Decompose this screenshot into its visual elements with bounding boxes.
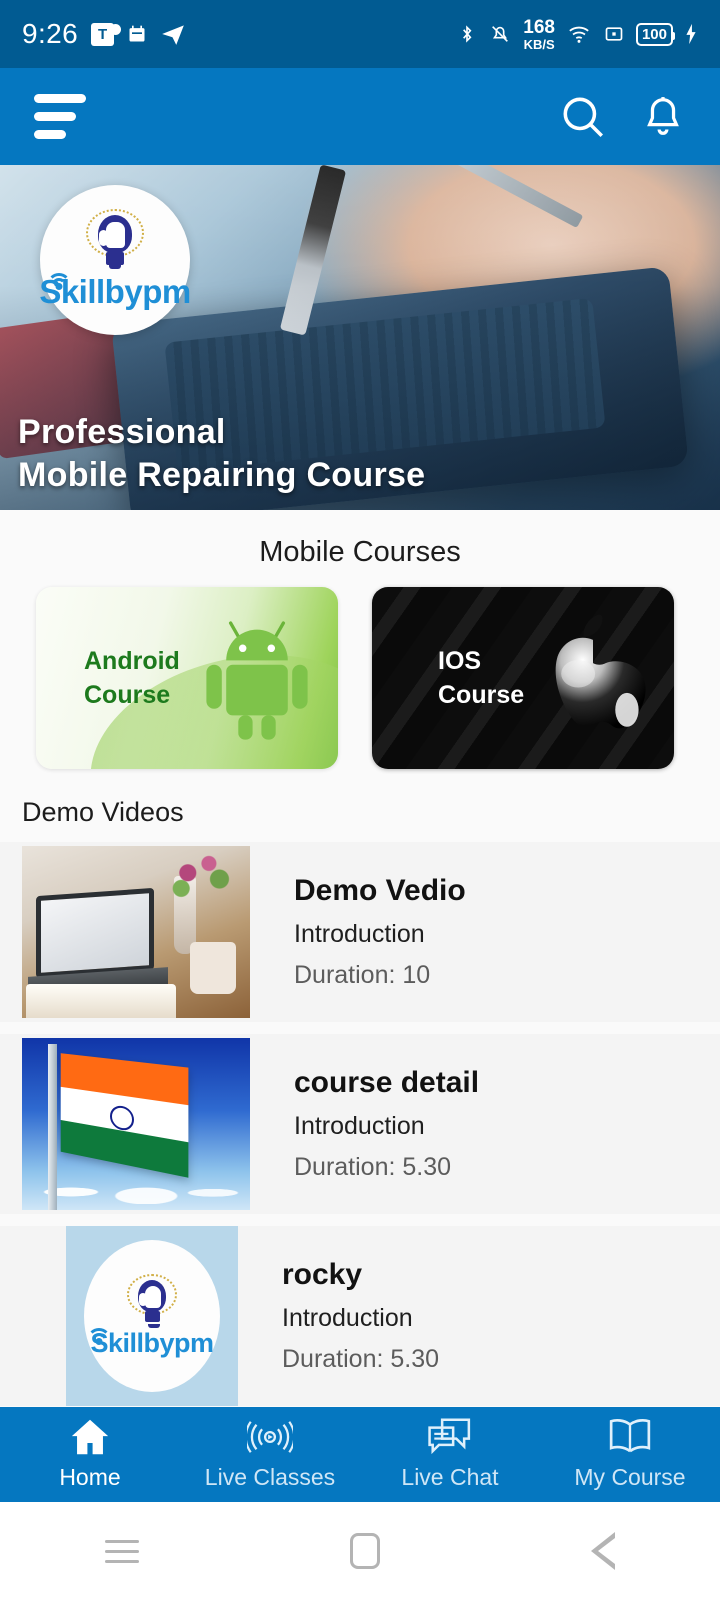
nav-item-home[interactable]: Home	[0, 1418, 180, 1491]
video-info: rocky Introduction Duration: 5.30	[238, 1260, 439, 1372]
hero-banner[interactable]: Skillbypm Professional Mobile Repairing …	[0, 165, 720, 510]
brand-logo-text: Skillbypm	[39, 273, 191, 310]
broadcast-icon	[247, 1421, 293, 1453]
video-info: Demo Vedio Introduction Duration: 10	[250, 876, 466, 988]
course-card-ios[interactable]: IOS Course	[372, 587, 674, 769]
open-book-icon	[609, 1419, 651, 1453]
calendar-icon	[127, 24, 147, 44]
vibrate-icon	[488, 23, 512, 45]
app-bar-actions	[558, 92, 686, 142]
video-title: Demo Vedio	[294, 874, 466, 907]
nav-label-live-classes: Live Classes	[204, 1464, 336, 1490]
bottom-navigation-bar: Home Live Classes Live Chat My Course	[0, 1407, 720, 1502]
video-thumbnail	[22, 1038, 250, 1210]
demo-videos-list: Demo Vedio Introduction Duration: 10 cou…	[0, 842, 720, 1410]
nav-label-live-chat: Live Chat	[401, 1464, 499, 1490]
video-thumbnail	[22, 846, 250, 1018]
video-title: rocky	[282, 1258, 363, 1291]
wifi-icon	[566, 23, 592, 45]
list-item[interactable]: course detail Introduction Duration: 5.3…	[0, 1034, 720, 1214]
charging-bolt-icon	[684, 23, 698, 45]
teams-icon	[91, 22, 122, 46]
app-bar	[0, 68, 720, 165]
banner-title-line1: Professional	[18, 413, 226, 451]
status-bar-left: 9:26	[22, 18, 186, 50]
video-thumbnail: Skillbypm	[66, 1226, 238, 1406]
android-label-line1: Android	[84, 646, 180, 675]
recents-button[interactable]	[105, 1539, 140, 1563]
ios-label-line2: Course	[438, 681, 525, 709]
back-button[interactable]	[590, 1532, 615, 1570]
video-duration: Duration: 10	[294, 961, 431, 989]
list-item[interactable]: Skillbypm rocky Introduction Duration: 5…	[0, 1226, 720, 1406]
video-duration: Duration: 5.30	[282, 1345, 440, 1373]
video-info: course detail Introduction Duration: 5.3…	[250, 1068, 479, 1180]
nav-item-live-classes[interactable]: Live Classes	[180, 1418, 360, 1491]
video-duration: Duration: 5.30	[294, 1153, 452, 1181]
chat-bubbles-icon	[428, 1418, 471, 1455]
lightbulb-icon	[126, 1273, 178, 1330]
network-speed-indicator: 168 KB/S	[523, 16, 555, 52]
battery-icon: 100	[635, 22, 676, 46]
demo-videos-heading: Demo Videos	[22, 797, 184, 827]
android-robot-icon	[206, 621, 308, 740]
nav-label-my-course: My Course	[574, 1464, 686, 1490]
home-button[interactable]	[349, 1533, 380, 1569]
android-label-line2: Course	[84, 681, 171, 709]
video-subtitle: Introduction	[294, 920, 425, 948]
system-navigation-bar	[0, 1502, 720, 1600]
banner-title: Professional Mobile Repairing Course	[18, 411, 425, 496]
video-subtitle: Introduction	[294, 1112, 425, 1140]
course-card-android-label: Android Course	[36, 644, 180, 713]
status-bar-clock: 9:26	[22, 18, 79, 49]
search-icon[interactable]	[558, 92, 608, 142]
cast-icon	[603, 24, 625, 44]
status-bar-right: 168 KB/S 100	[457, 18, 698, 51]
mobile-courses-heading: Mobile Courses	[259, 536, 461, 568]
banner-title-line2: Mobile Repairing Course	[18, 455, 426, 494]
main-content: Mobile Courses Android Course IOS Course…	[0, 510, 720, 1410]
list-item[interactable]: Demo Vedio Introduction Duration: 10	[0, 842, 720, 1022]
apple-logo-icon	[555, 614, 646, 729]
bell-icon[interactable]	[640, 94, 686, 140]
video-title: course detail	[294, 1066, 480, 1099]
lightbulb-icon	[84, 209, 146, 275]
brand-logo: Skillbypm	[84, 1240, 220, 1392]
course-card-ios-label: IOS Course	[372, 644, 524, 713]
brand-logo-text: Skillbypm	[90, 1327, 214, 1358]
brand-logo: Skillbypm	[39, 185, 191, 335]
bluetooth-icon	[457, 23, 477, 45]
ios-label-line1: IOS	[438, 646, 482, 675]
course-card-android[interactable]: Android Course	[36, 587, 338, 769]
nav-label-home: Home	[59, 1464, 121, 1490]
hamburger-menu-icon[interactable]	[34, 94, 86, 139]
course-card-row: Android Course IOS Course	[0, 587, 720, 791]
nav-item-live-chat[interactable]: Live Chat	[360, 1418, 540, 1491]
home-icon	[71, 1419, 109, 1455]
nav-item-my-course[interactable]: My Course	[540, 1418, 720, 1491]
telegram-icon	[160, 21, 186, 47]
video-subtitle: Introduction	[282, 1304, 413, 1332]
status-bar: 9:26 168 KB/S 100	[0, 0, 720, 68]
